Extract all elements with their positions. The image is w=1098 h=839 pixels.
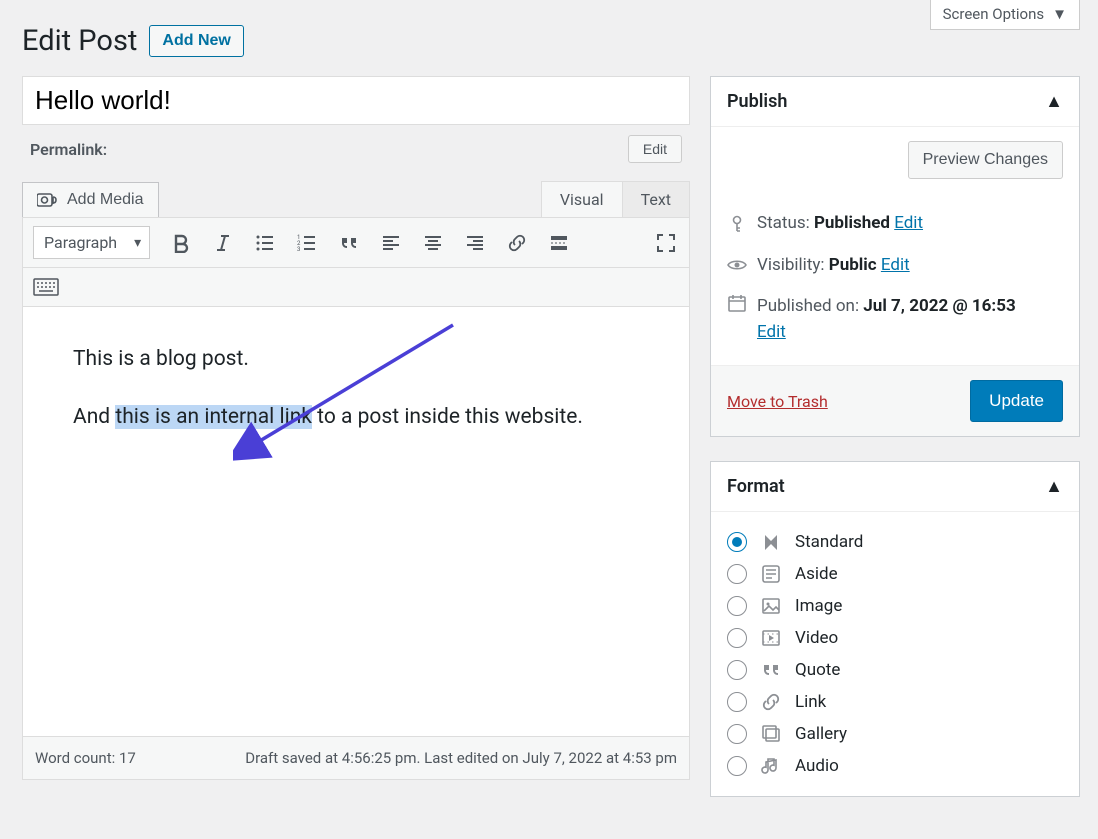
add-media-label: Add Media: [67, 191, 144, 209]
format-option-gallery[interactable]: Gallery: [727, 718, 1063, 750]
camera-icon: [37, 191, 59, 209]
format-option-aside[interactable]: Aside: [727, 558, 1063, 590]
calendar-icon: [727, 294, 747, 312]
format-label: Video: [795, 628, 838, 648]
gallery-format-icon: [761, 724, 781, 744]
aside-format-icon: [761, 564, 781, 584]
format-label: Link: [795, 692, 826, 712]
page-title: Edit Post: [22, 24, 137, 58]
post-title-input[interactable]: [22, 76, 690, 125]
content-line-2a: And: [73, 405, 115, 429]
link-format-icon: [761, 692, 781, 712]
tab-visual[interactable]: Visual: [541, 181, 623, 218]
editor-content[interactable]: This is a blog post. And this is an inte…: [22, 307, 690, 737]
format-label: Quote: [795, 660, 840, 680]
publish-heading: Publish: [727, 91, 787, 112]
image-format-icon: [761, 596, 781, 616]
format-label: Gallery: [795, 724, 847, 744]
align-right-button[interactable]: [462, 230, 488, 256]
format-option-quote[interactable]: Quote: [727, 654, 1063, 686]
publish-panel: Publish ▲ Preview Changes Status: Publis…: [710, 76, 1080, 437]
radio-icon: [727, 596, 747, 616]
radio-icon: [727, 692, 747, 712]
screen-options-button[interactable]: Screen Options ▼: [930, 0, 1080, 30]
block-format-select[interactable]: Paragraph: [33, 226, 150, 259]
add-media-button[interactable]: Add Media: [22, 182, 159, 218]
move-to-trash-link[interactable]: Move to Trash: [727, 392, 828, 411]
add-new-button[interactable]: Add New: [149, 25, 243, 57]
radio-icon: [727, 724, 747, 744]
align-left-button[interactable]: [378, 230, 404, 256]
audio-format-icon: [761, 756, 781, 776]
italic-button[interactable]: [210, 230, 236, 256]
editor-status: Draft saved at 4:56:25 pm. Last edited o…: [245, 749, 677, 767]
annotation-arrow: [233, 315, 463, 475]
preview-button[interactable]: Preview Changes: [908, 141, 1063, 179]
format-panel: Format ▲ Standard Aside Image Video Quote Lin…: [710, 461, 1080, 797]
status-edit-link[interactable]: Edit: [894, 213, 923, 233]
key-icon: [727, 215, 747, 233]
word-count: Word count: 17: [35, 749, 136, 767]
published-text: Published on: Jul 7, 2022 @ 16:53Edit: [757, 294, 1016, 345]
link-button[interactable]: [504, 230, 530, 256]
update-button[interactable]: Update: [970, 380, 1063, 422]
blockquote-button[interactable]: [336, 230, 362, 256]
format-label: Image: [795, 596, 842, 616]
fullscreen-button[interactable]: [653, 230, 679, 256]
block-format-label: Paragraph: [44, 233, 117, 252]
format-panel-toggle[interactable]: Format ▲: [711, 462, 1079, 512]
content-line-1: This is a blog post.: [73, 347, 639, 371]
radio-icon: [727, 660, 747, 680]
status-text: Status: Published Edit: [757, 211, 923, 237]
format-label: Aside: [795, 564, 838, 584]
tab-text[interactable]: Text: [622, 181, 690, 218]
eye-icon: [727, 258, 747, 272]
published-edit-link[interactable]: Edit: [757, 322, 786, 342]
collapse-icon: ▲: [1045, 476, 1063, 497]
align-center-button[interactable]: [420, 230, 446, 256]
format-option-link[interactable]: Link: [727, 686, 1063, 718]
chevron-down-icon: ▼: [1052, 5, 1067, 23]
permalink-edit-button[interactable]: Edit: [628, 135, 682, 163]
bullet-list-button[interactable]: [252, 230, 278, 256]
format-label: Standard: [795, 532, 863, 552]
bold-button[interactable]: [168, 230, 194, 256]
format-option-image[interactable]: Image: [727, 590, 1063, 622]
content-line-2b: to a post inside this website.: [312, 405, 583, 429]
screen-options-label: Screen Options: [943, 5, 1045, 23]
svg-text:3: 3: [297, 246, 300, 253]
visibility-edit-link[interactable]: Edit: [881, 255, 910, 275]
highlighted-text: this is an internal link: [115, 405, 312, 429]
read-more-button[interactable]: [546, 230, 572, 256]
video-format-icon: [761, 628, 781, 648]
radio-icon: [727, 532, 747, 552]
format-option-video[interactable]: Video: [727, 622, 1063, 654]
content-line-2: And this is an internal link to a post i…: [73, 405, 639, 429]
format-option-standard[interactable]: Standard: [727, 526, 1063, 558]
quote-format-icon: [761, 660, 781, 680]
radio-icon: [727, 564, 747, 584]
standard-format-icon: [761, 532, 781, 552]
format-option-audio[interactable]: Audio: [727, 750, 1063, 782]
collapse-icon: ▲: [1045, 91, 1063, 112]
format-heading: Format: [727, 476, 785, 497]
visibility-text: Visibility: Public Edit: [757, 253, 910, 279]
keyboard-toggle-button[interactable]: [33, 274, 59, 300]
radio-icon: [727, 628, 747, 648]
permalink-label: Permalink:: [30, 140, 107, 159]
editor-toolbar: Paragraph 123: [22, 217, 690, 268]
radio-icon: [727, 756, 747, 776]
numbered-list-button[interactable]: 123: [294, 230, 320, 256]
publish-panel-toggle[interactable]: Publish ▲: [711, 77, 1079, 127]
format-label: Audio: [795, 756, 839, 776]
